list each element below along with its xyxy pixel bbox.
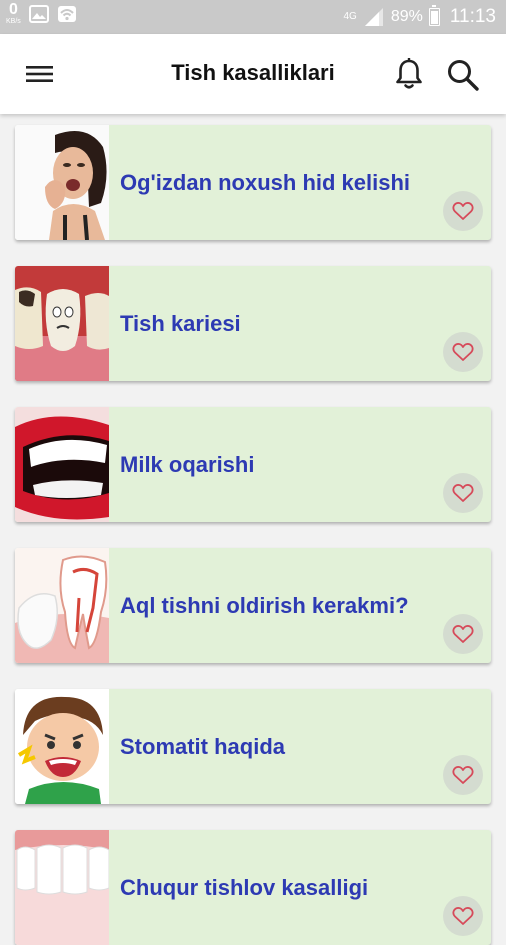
favorite-button[interactable] <box>443 332 483 372</box>
heart-outline-icon <box>452 484 474 502</box>
signal-icon <box>364 8 383 26</box>
network-type: 4G <box>343 12 356 22</box>
article-title: Chuqur tishlov kasalligi <box>120 875 369 900</box>
article-thumbnail <box>15 689 109 804</box>
battery-icon <box>428 5 440 26</box>
tooth-caries-image <box>15 266 109 381</box>
search-button[interactable] <box>442 55 484 93</box>
gallery-icon <box>28 4 49 23</box>
battery-percent: 89% <box>390 8 423 25</box>
network-speed-value: 0 <box>8 1 18 18</box>
heart-outline-icon <box>452 625 474 643</box>
favorite-button[interactable] <box>443 614 483 654</box>
bell-icon <box>396 58 422 89</box>
favorite-button[interactable] <box>443 191 483 231</box>
article-thumbnail <box>15 266 109 381</box>
article-card[interactable]: Tish kariesi <box>15 266 491 381</box>
gum-bleeding-image <box>15 407 109 522</box>
status-bar: 0 KB/s 4G 89% 11:13 <box>0 0 506 34</box>
status-right: 4G 89% 11:13 <box>343 0 496 34</box>
heart-outline-icon <box>452 202 474 220</box>
article-list: Og'izdan noxush hid kelishi Tish kariesi <box>0 114 506 945</box>
heart-outline-icon <box>452 766 474 784</box>
bad-breath-woman-image <box>15 125 109 240</box>
article-title: Milk oqarishi <box>120 452 255 477</box>
stomatitis-boy-image <box>15 689 109 804</box>
article-thumbnail <box>15 125 109 240</box>
article-thumbnail <box>15 548 109 663</box>
app-bar: Tish kasalliklari <box>0 34 506 114</box>
favorite-button[interactable] <box>443 896 483 936</box>
clock: 11:13 <box>449 6 496 27</box>
heart-outline-icon <box>452 343 474 361</box>
article-thumbnail <box>15 830 109 945</box>
article-card[interactable]: Milk oqarishi <box>15 407 491 522</box>
article-title: Aql tishni oldirish kerakmi? <box>120 593 409 618</box>
article-card[interactable]: Aql tishni oldirish kerakmi? <box>15 548 491 663</box>
article-thumbnail <box>15 407 109 522</box>
wifi-box-icon <box>57 5 76 22</box>
favorite-button[interactable] <box>443 755 483 795</box>
network-speed-unit: KB/s <box>6 18 21 25</box>
article-title: Og'izdan noxush hid kelishi <box>120 170 411 195</box>
article-card[interactable]: Stomatit haqida <box>15 689 491 804</box>
article-card[interactable]: Og'izdan noxush hid kelishi <box>15 125 491 240</box>
article-card[interactable]: Chuqur tishlov kasalligi <box>15 830 491 945</box>
article-title: Stomatit haqida <box>120 734 286 759</box>
notifications-button[interactable] <box>390 55 428 93</box>
network-type-label: 4G <box>343 11 357 22</box>
page-title: Tish kasalliklari <box>171 60 335 85</box>
wisdom-tooth-image <box>15 548 109 663</box>
favorite-button[interactable] <box>443 473 483 513</box>
search-icon <box>448 60 479 91</box>
article-title: Tish kariesi <box>120 311 241 336</box>
network-speed: 0 KB/s <box>6 1 21 26</box>
status-left: 0 KB/s <box>6 2 77 25</box>
deep-bite-image <box>15 830 109 945</box>
heart-outline-icon <box>452 907 474 925</box>
